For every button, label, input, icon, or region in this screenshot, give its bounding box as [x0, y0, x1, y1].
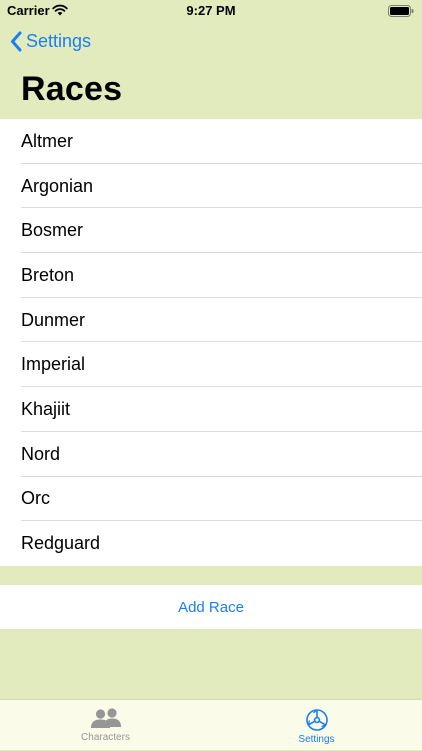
tab-bar: Characters Settings	[0, 699, 422, 750]
race-label: Khajiit	[21, 398, 71, 419]
race-label: Dunmer	[21, 309, 86, 330]
race-label: Altmer	[21, 130, 74, 151]
race-row[interactable]: Argonian	[0, 164, 422, 209]
race-row[interactable]: Breton	[0, 253, 422, 298]
race-row[interactable]: Orc	[0, 477, 422, 522]
back-button[interactable]: Settings	[10, 31, 91, 52]
race-label: Bosmer	[21, 220, 84, 241]
race-row[interactable]: Nord	[0, 432, 422, 477]
page-title: Races	[21, 70, 123, 108]
races-list: Altmer Argonian Bosmer Breton Dunmer Imp…	[0, 119, 422, 566]
add-race-button[interactable]: Add Race	[178, 599, 244, 616]
back-label: Settings	[26, 31, 92, 51]
race-label: Argonian	[21, 175, 94, 196]
status-bar: Carrier 9:27 PM	[0, 0, 422, 22]
race-row[interactable]: Dunmer	[0, 298, 422, 343]
status-time: 9:27 PM	[186, 3, 236, 18]
tab-settings[interactable]: Settings	[211, 700, 422, 751]
race-label: Breton	[21, 264, 75, 285]
race-label: Imperial	[21, 354, 86, 375]
race-label: Nord	[21, 443, 61, 464]
race-label: Orc	[21, 488, 50, 509]
tab-settings-label: Settings	[298, 734, 335, 745]
chevron-left-icon	[11, 31, 22, 52]
tab-characters-label: Characters	[81, 732, 130, 743]
settings-wheel-icon	[305, 709, 328, 731]
race-row[interactable]: Altmer	[0, 119, 422, 164]
battery-icon	[388, 5, 414, 17]
tab-characters[interactable]: Characters	[0, 700, 211, 751]
race-row[interactable]: Redguard	[0, 521, 422, 566]
race-label: Redguard	[21, 533, 101, 554]
race-row[interactable]: Khajiit	[0, 387, 422, 432]
race-row[interactable]: Bosmer	[0, 208, 422, 253]
add-race-row: Add Race	[0, 585, 422, 629]
people-icon	[90, 708, 121, 728]
race-row[interactable]: Imperial	[0, 342, 422, 387]
